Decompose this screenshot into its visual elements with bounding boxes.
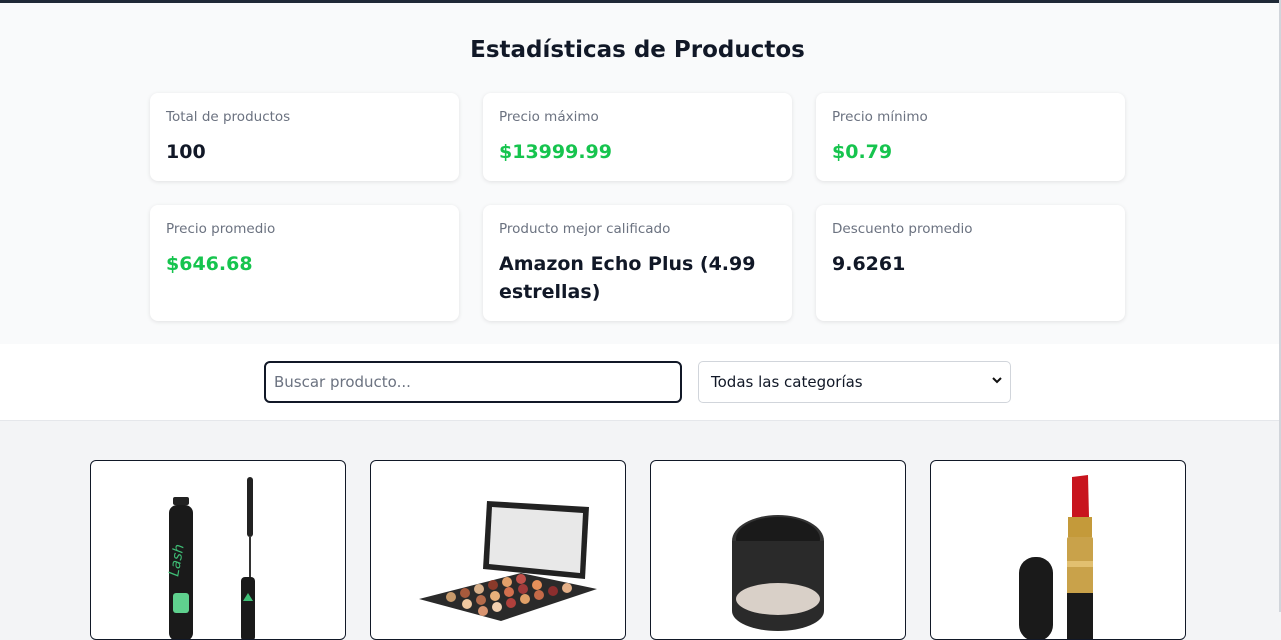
chevron-down-icon — [992, 377, 1002, 384]
page-title: Estadísticas de Productos — [470, 37, 805, 63]
stat-card-min-price: Precio mínimo $0.79 — [816, 93, 1125, 181]
stat-value: $0.79 — [832, 141, 893, 163]
powder-compact-image — [732, 515, 824, 631]
stat-value: $13999.99 — [499, 141, 612, 163]
product-card[interactable] — [370, 460, 626, 640]
stat-card-total: Total de productos 100 — [150, 93, 459, 181]
stat-card-avg-discount: Descuento promedio 9.6261 — [816, 205, 1125, 321]
product-card[interactable] — [930, 460, 1186, 640]
product-card[interactable] — [650, 460, 906, 640]
eyeshadow-palette-image — [419, 501, 597, 621]
stat-label: Descuento promedio — [832, 221, 973, 237]
stats-section: Estadísticas de Productos Total de produ… — [0, 3, 1279, 344]
stat-label: Total de productos — [166, 109, 291, 125]
stat-label: Precio promedio — [166, 221, 276, 237]
category-select[interactable]: Todas las categorías — [698, 361, 1011, 403]
product-card[interactable]: Lash — [90, 460, 346, 640]
stat-card-top-rated: Producto mejor calificado Amazon Echo Pl… — [483, 205, 792, 321]
stat-value: $646.68 — [166, 253, 253, 275]
stat-value: 100 — [166, 141, 206, 163]
product-grid: Lash — [0, 436, 1279, 640]
stat-card-avg-price: Precio promedio $646.68 — [150, 205, 459, 321]
search-input[interactable]: Buscar producto... — [264, 361, 682, 403]
stat-value: Amazon Echo Plus (4.99 estrellas) — [499, 253, 756, 303]
stat-card-max-price: Precio máximo $13999.99 — [483, 93, 792, 181]
category-select-value: Todas las categorías — [711, 373, 863, 391]
stat-label: Precio mínimo — [832, 109, 928, 125]
stat-label: Producto mejor calificado — [499, 221, 671, 237]
stat-label: Precio máximo — [499, 109, 599, 125]
lipstick-image — [1019, 475, 1093, 639]
filters-bar: Buscar producto... Todas las categorías — [0, 344, 1279, 421]
stat-value: 9.6261 — [832, 253, 906, 275]
mascara-image: Lash — [166, 477, 255, 639]
